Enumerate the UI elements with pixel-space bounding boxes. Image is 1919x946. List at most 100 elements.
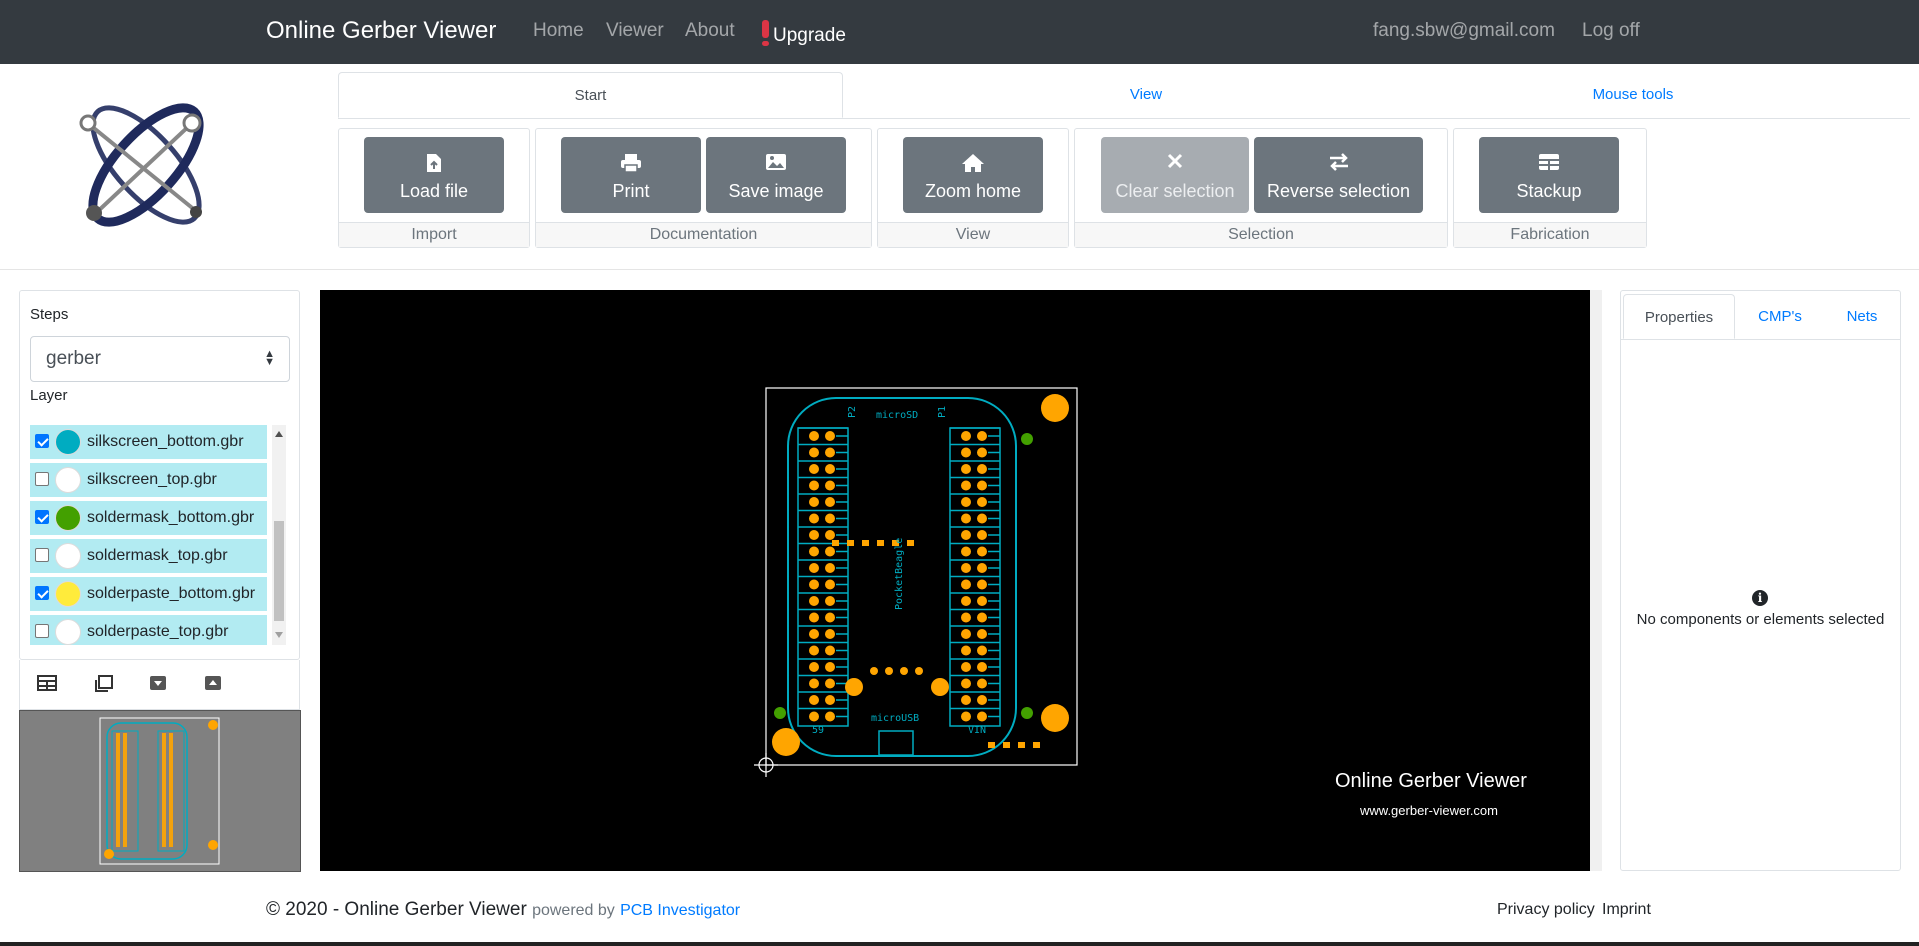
tab-nets[interactable]: Nets [1825, 294, 1899, 339]
pad [825, 596, 835, 606]
powered-by-text: powered by [532, 902, 615, 919]
layer-checkbox[interactable] [35, 510, 49, 524]
pad [825, 612, 835, 623]
clear-selection-button[interactable]: Clear selection [1101, 137, 1249, 213]
layer-checkbox[interactable] [35, 472, 49, 486]
pad [825, 480, 835, 491]
group-view: Zoom home View [877, 128, 1069, 248]
table-icon[interactable] [37, 675, 57, 691]
pad [961, 711, 971, 722]
pad [809, 431, 819, 441]
zoom-home-label: Zoom home [924, 181, 1022, 201]
layer-checkbox[interactable] [35, 434, 49, 448]
canvas-scrollbar[interactable] [1590, 290, 1602, 871]
group-import: Load file Import [338, 128, 530, 248]
user-email[interactable]: fang.sbw@gmail.com [1373, 20, 1555, 42]
image-icon [766, 154, 786, 170]
layer-row[interactable]: silkscreen_bottom.gbr [30, 425, 267, 459]
pad [809, 546, 819, 557]
pad [825, 662, 835, 672]
pad [977, 662, 987, 672]
group-label-import: Import [339, 222, 529, 247]
pad [977, 431, 987, 441]
pad [809, 480, 819, 491]
layer-checkbox[interactable] [35, 624, 49, 638]
usb-footprint [878, 730, 914, 756]
copy-icon[interactable] [94, 675, 114, 693]
pad [809, 447, 819, 458]
caret-up-square-icon[interactable] [204, 675, 222, 691]
nav-upgrade[interactable]: Upgrade [762, 20, 846, 47]
layer-color-swatch[interactable] [55, 429, 81, 455]
layer-row[interactable]: solderpaste_top.gbr [30, 615, 267, 645]
scroll-up-icon[interactable] [275, 431, 283, 437]
scroll-down-icon[interactable] [275, 632, 283, 638]
save-image-label: Save image [728, 181, 824, 201]
pad [809, 497, 819, 507]
pad [961, 464, 971, 474]
pad [825, 678, 835, 689]
imprint-link[interactable]: Imprint [1602, 901, 1651, 919]
tab-properties[interactable]: Properties [1623, 294, 1735, 339]
table-icon [1539, 154, 1559, 170]
logoff-link[interactable]: Log off [1582, 20, 1640, 42]
group-selection: Clear selection Reverse selection Select… [1074, 128, 1448, 248]
pad [825, 546, 835, 557]
close-icon [1167, 153, 1183, 169]
overview-thumbnail[interactable] [19, 710, 301, 872]
privacy-policy-link[interactable]: Privacy policy [1497, 901, 1595, 919]
tab-start[interactable]: Start [338, 72, 843, 118]
pad [961, 546, 971, 557]
pad [977, 596, 987, 606]
tab-cmps[interactable]: CMP's [1737, 294, 1823, 339]
brand[interactable]: Online Gerber Viewer [266, 17, 496, 45]
layer-name: silkscreen_bottom.gbr [87, 433, 244, 450]
tab-view[interactable]: View [1096, 72, 1196, 118]
pad [825, 447, 835, 458]
layer-name: silkscreen_top.gbr [87, 471, 217, 488]
layer-row[interactable]: solderpaste_bottom.gbr [30, 577, 267, 611]
save-image-button[interactable]: Save image [706, 137, 846, 213]
group-label-selection: Selection [1075, 222, 1447, 247]
layer-color-swatch[interactable] [55, 505, 81, 531]
layer-row[interactable]: soldermask_bottom.gbr [30, 501, 267, 535]
steps-heading: Steps [30, 306, 69, 323]
reverse-selection-button[interactable]: Reverse selection [1254, 137, 1423, 213]
caret-down-square-icon[interactable] [149, 675, 167, 691]
layer-color-swatch[interactable] [55, 543, 81, 569]
layer-color-swatch[interactable] [55, 581, 81, 607]
layer-checkbox[interactable] [35, 586, 49, 600]
pad [961, 530, 971, 540]
print-button[interactable]: Print [561, 137, 701, 213]
layer-list-scrollbar[interactable] [272, 425, 286, 645]
pad [809, 629, 819, 639]
scroll-thumb[interactable] [274, 521, 284, 621]
stackup-label: Stackup [1516, 181, 1582, 201]
layers-panel: Steps gerber ▲ ▼ Layer silkscreen_bottom.… [19, 290, 300, 660]
nav-about[interactable]: About [685, 20, 735, 42]
layer-row[interactable]: soldermask_top.gbr [30, 539, 267, 573]
pad [809, 464, 819, 474]
pad [809, 530, 819, 540]
nav-home[interactable]: Home [533, 20, 584, 42]
layer-checkbox[interactable] [35, 548, 49, 562]
step-select[interactable]: gerber ▲ ▼ [30, 336, 290, 382]
load-file-button[interactable]: Load file [364, 137, 504, 213]
divider [0, 269, 1919, 270]
zoom-home-button[interactable]: Zoom home [903, 137, 1043, 213]
layer-color-swatch[interactable] [55, 467, 81, 493]
nav-viewer[interactable]: Viewer [606, 20, 664, 42]
pad [977, 629, 987, 639]
print-label: Print [612, 181, 650, 201]
stackup-button[interactable]: Stackup [1479, 137, 1619, 213]
exclamation-icon [762, 20, 769, 46]
top-navbar: Online Gerber Viewer Home Viewer About U… [0, 0, 1919, 64]
pcb-investigator-link[interactable]: PCB Investigator [620, 902, 740, 919]
layer-row[interactable]: silkscreen_top.gbr [30, 463, 267, 497]
group-label-documentation: Documentation [536, 222, 871, 247]
pad [977, 546, 987, 557]
gerber-canvas[interactable]: microSD microUSB VIN 59 P2 P1 PocketBeag… [320, 290, 1590, 871]
pad [809, 678, 819, 689]
tab-mouse-tools[interactable]: Mouse tools [1558, 72, 1708, 118]
layer-color-swatch[interactable] [55, 619, 81, 645]
